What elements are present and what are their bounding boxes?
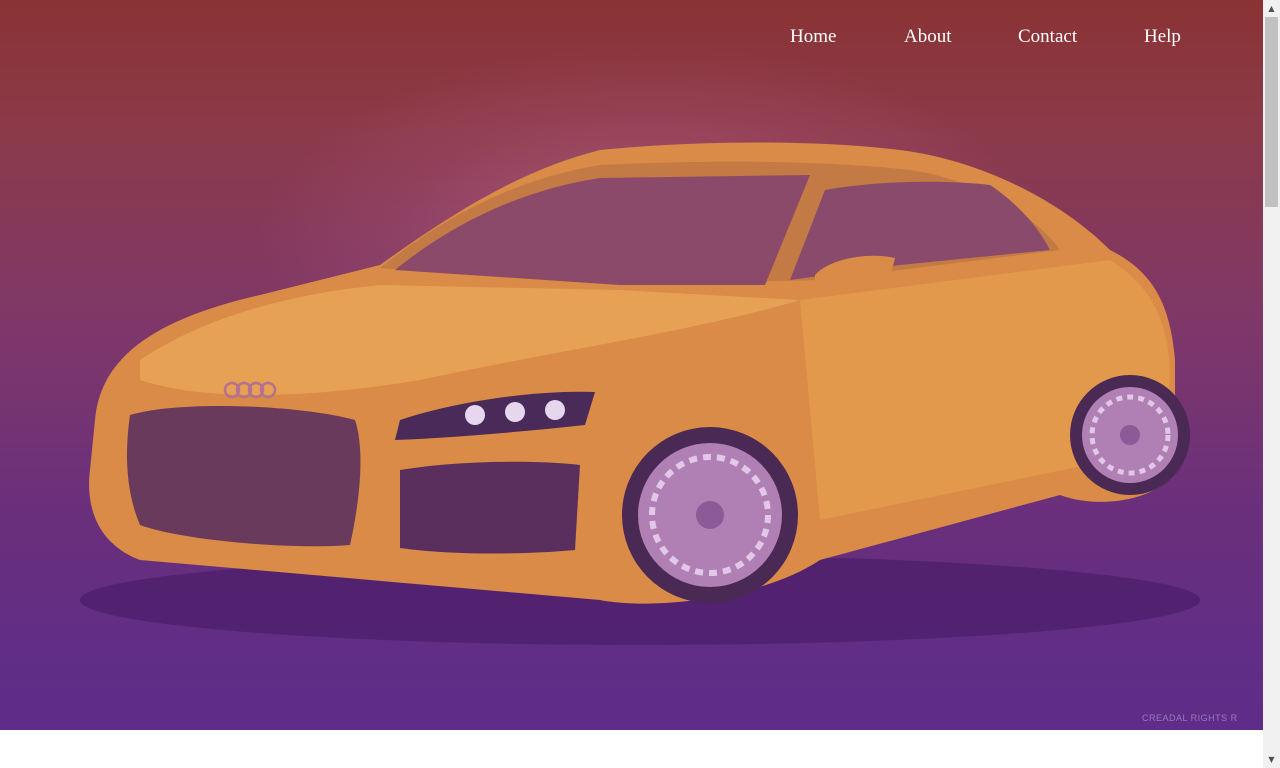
- hero-banner: CREADAL RIGHTS R Home About Contact Help: [0, 0, 1263, 730]
- watermark-text: CREADAL RIGHTS R: [1142, 713, 1238, 723]
- top-navigation: Home About Contact Help: [0, 24, 1263, 50]
- nav-home-link[interactable]: Home: [790, 24, 836, 50]
- page: CREADAL RIGHTS R Home About Contact Help: [0, 0, 1263, 768]
- scroll-down-arrow-icon[interactable]: ▼: [1263, 751, 1280, 768]
- scrollbar-thumb[interactable]: [1265, 17, 1278, 207]
- nav-about-link[interactable]: About: [904, 24, 952, 50]
- nav-help-link[interactable]: Help: [1144, 24, 1181, 50]
- scroll-up-arrow-icon[interactable]: ▲: [1263, 0, 1280, 17]
- vertical-scrollbar[interactable]: ▲ ▼: [1263, 0, 1280, 768]
- nav-contact-link[interactable]: Contact: [1018, 24, 1077, 50]
- car-image: [80, 142, 1200, 645]
